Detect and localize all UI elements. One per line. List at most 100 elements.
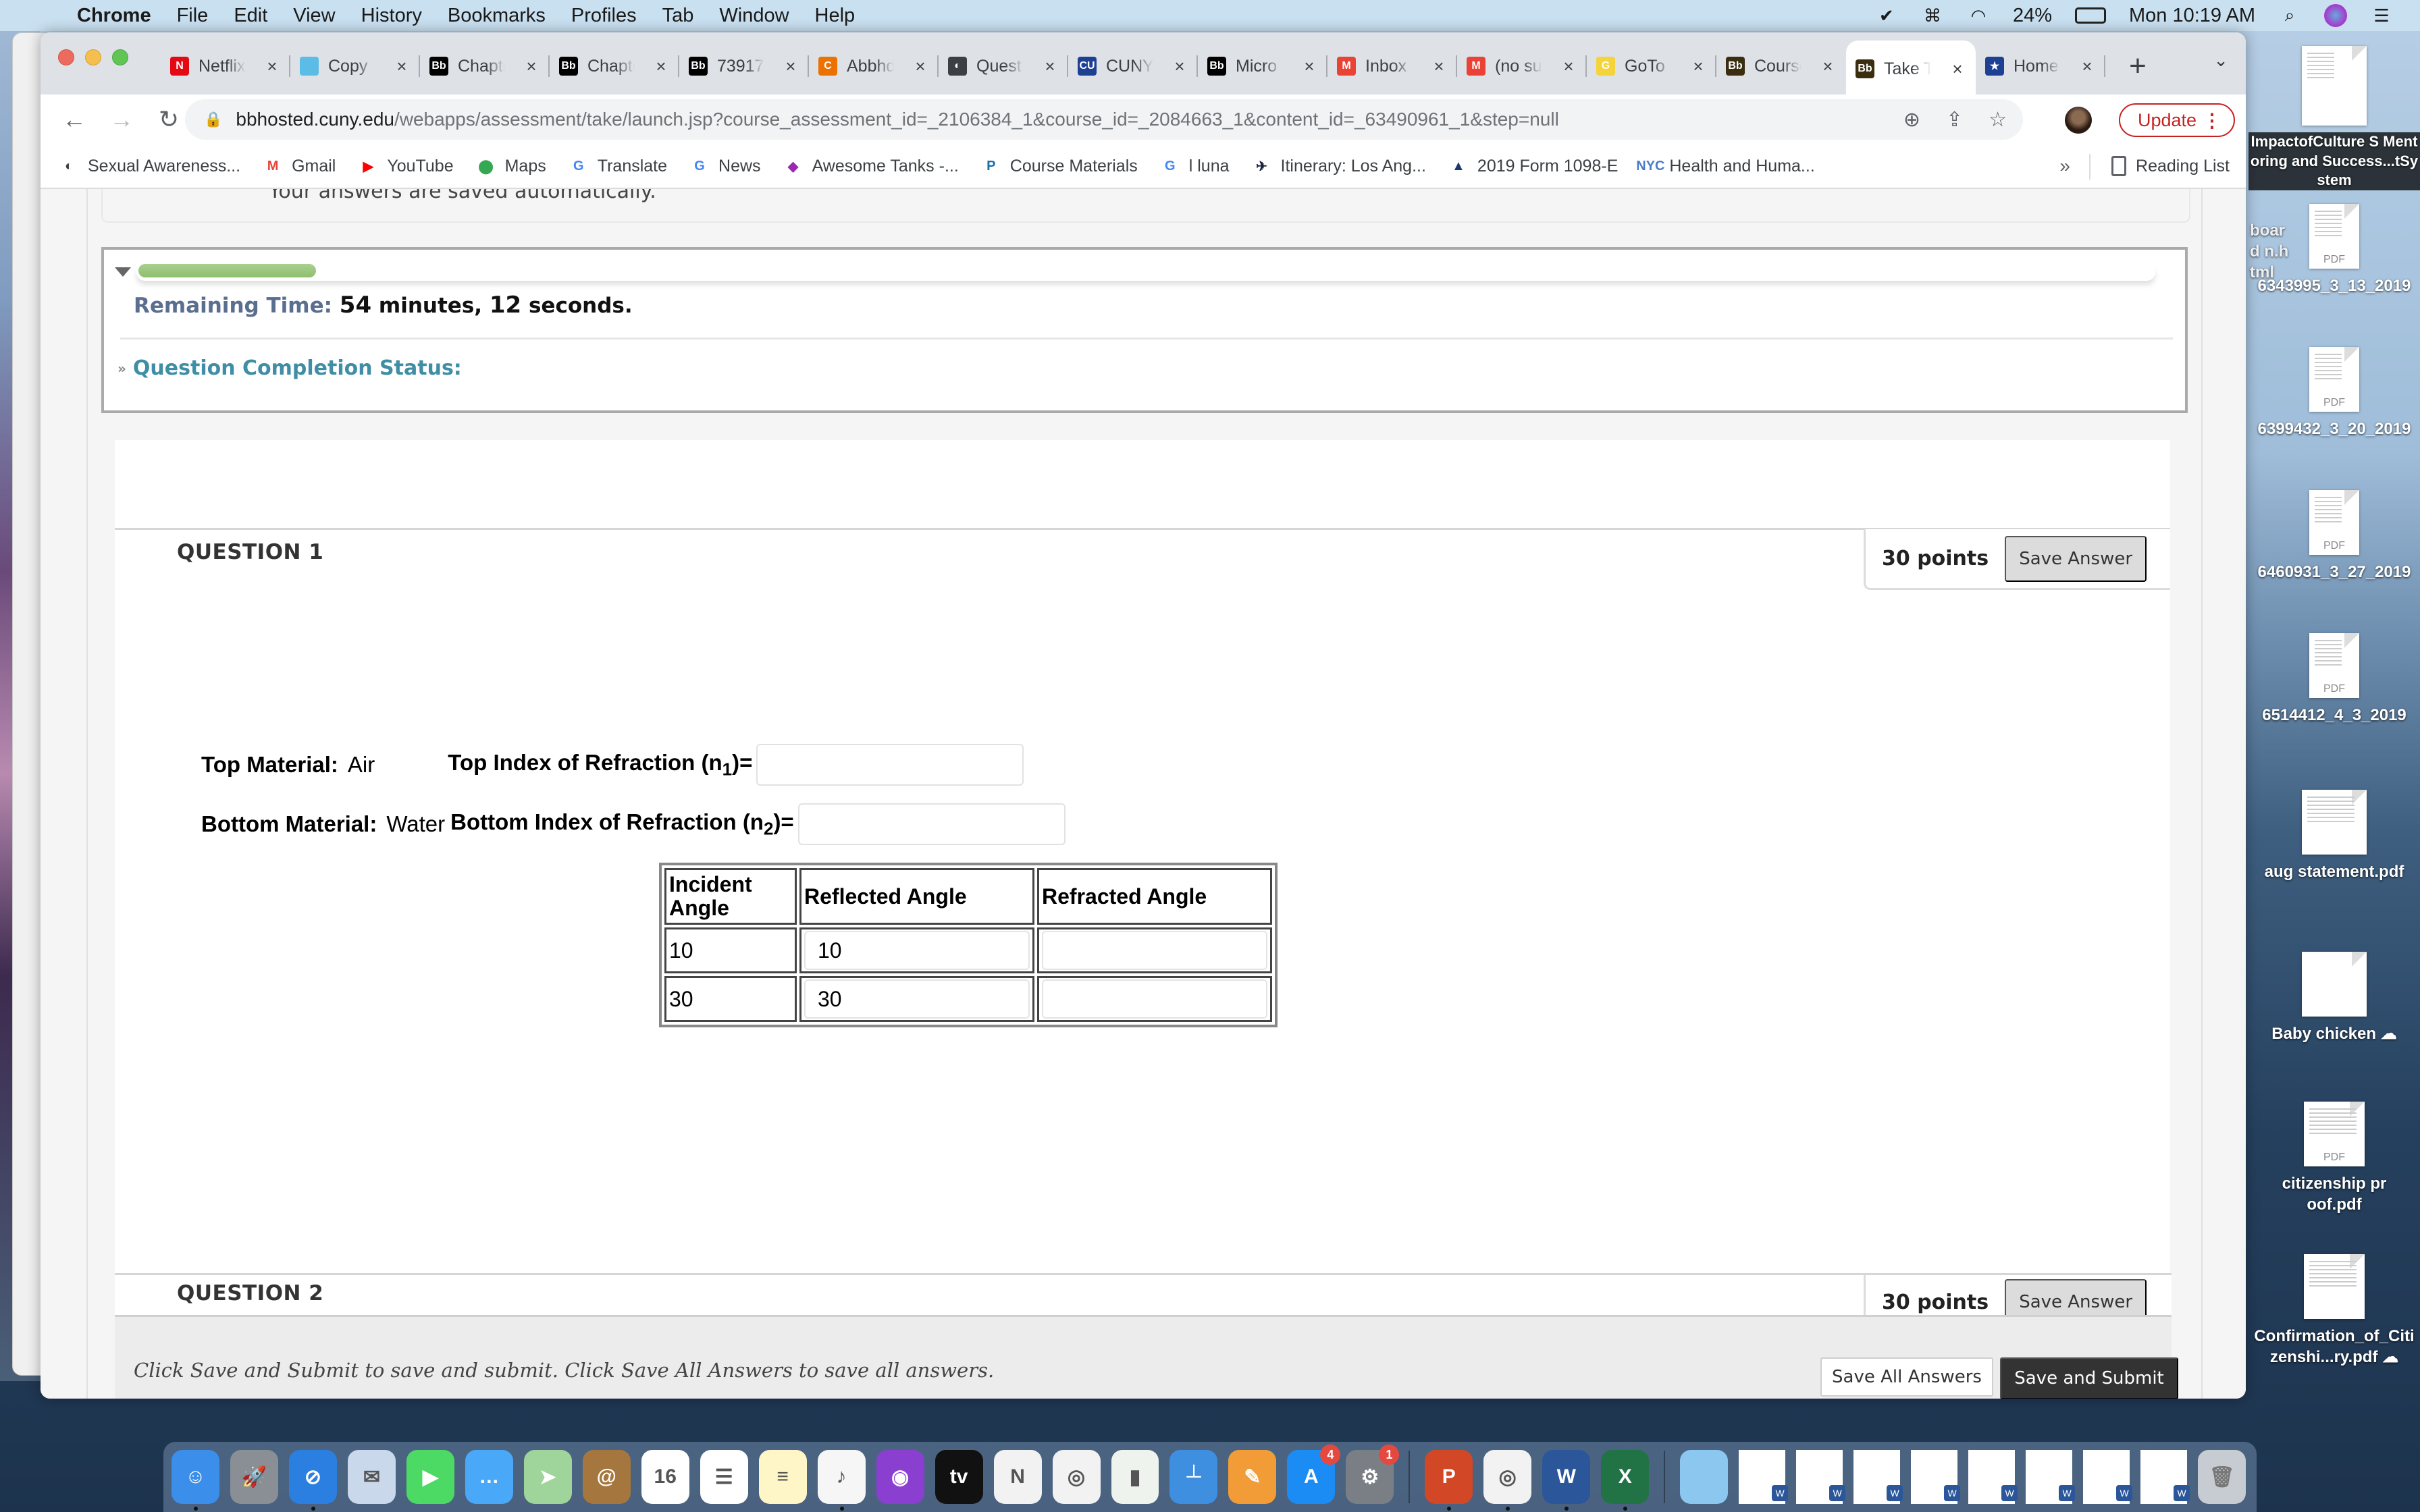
close-tab-icon[interactable]: × bbox=[2078, 56, 2096, 77]
zoom-icon[interactable]: ⊕ bbox=[1903, 108, 1920, 132]
tab-search-chevron-icon[interactable]: ⌄ bbox=[2213, 50, 2228, 71]
messages-icon[interactable]: … bbox=[465, 1450, 513, 1504]
recent-document-icon[interactable]: W bbox=[2083, 1450, 2133, 1504]
notes-icon[interactable]: ≡ bbox=[758, 1450, 807, 1504]
zoom-window-button[interactable] bbox=[112, 49, 128, 65]
tab-goto[interactable]: G GoTo × bbox=[1587, 40, 1716, 92]
reflected-angle-input[interactable]: 10 bbox=[804, 931, 1030, 970]
menu-profiles[interactable]: Profiles bbox=[571, 5, 637, 27]
chrome-icon[interactable]: ◎ bbox=[1483, 1450, 1532, 1511]
safari-icon[interactable]: ⊘ bbox=[288, 1450, 337, 1511]
menu-chrome[interactable]: Chrome bbox=[77, 5, 151, 27]
excel-icon[interactable]: X bbox=[1601, 1450, 1650, 1511]
minimize-window-button[interactable] bbox=[85, 49, 101, 65]
collapse-triangle-icon[interactable] bbox=[115, 267, 131, 277]
bookmark-itinerary-los-ang[interactable]: ✈ Itinerary: Los Ang... bbox=[1253, 157, 1426, 176]
downloads-folder-icon[interactable] bbox=[1680, 1450, 1729, 1504]
reflected-angle-input[interactable]: 30 bbox=[804, 979, 1030, 1019]
menu-edit[interactable]: Edit bbox=[234, 5, 267, 27]
lock-icon[interactable]: 🔒 bbox=[204, 111, 222, 128]
bookmark-star-icon[interactable]: ☆ bbox=[1989, 108, 2007, 132]
desktop-icon-6343995[interactable]: PDF 6343995_3_13_2019 bbox=[2248, 204, 2420, 296]
menu-bookmarks[interactable]: Bookmarks bbox=[448, 5, 546, 27]
siri-icon[interactable] bbox=[2324, 4, 2347, 27]
pages-icon[interactable]: ✎ bbox=[1228, 1450, 1277, 1504]
tab-73917[interactable]: Bb 73917 × bbox=[679, 40, 809, 92]
bookmark-course-materials[interactable]: P Course Materials bbox=[982, 157, 1138, 176]
icloud-download-icon[interactable]: ☁ bbox=[2381, 1025, 2397, 1043]
close-tab-icon[interactable]: × bbox=[1041, 56, 1059, 77]
tab-chapter[interactable]: Bb Chapter × bbox=[550, 40, 679, 92]
desktop-icon-aug-statement[interactable]: aug statement.pdf bbox=[2248, 790, 2420, 882]
reload-button[interactable]: ↻ bbox=[155, 105, 182, 133]
chrome-icon[interactable]: ◎ bbox=[1052, 1450, 1101, 1504]
tv-icon[interactable]: tv bbox=[935, 1450, 983, 1504]
mail-icon[interactable]: ✉ bbox=[347, 1450, 396, 1504]
close-tab-icon[interactable]: × bbox=[263, 56, 281, 77]
tab-home[interactable]: ★ Home × bbox=[1976, 40, 2105, 92]
tab-abbhd[interactable]: C Abbhd × bbox=[809, 40, 939, 92]
tab-cuny[interactable]: CU CUNY × bbox=[1068, 40, 1198, 92]
tab-course[interactable]: Bb Course × bbox=[1716, 40, 1846, 92]
profile-avatar[interactable] bbox=[2065, 107, 2092, 134]
question-1-save-answer-button[interactable]: Save Answer bbox=[2005, 535, 2147, 582]
desktop-icon-6460931[interactable]: PDF 6460931_3_27_2019 bbox=[2248, 490, 2420, 583]
numbers-icon[interactable]: ▮ bbox=[1111, 1450, 1159, 1504]
recent-document-icon[interactable]: W bbox=[2026, 1450, 2076, 1504]
tab-inbox[interactable]: M Inbox × bbox=[1327, 40, 1457, 92]
top-index-input[interactable] bbox=[756, 744, 1024, 786]
close-window-button[interactable] bbox=[58, 49, 74, 65]
news-icon[interactable]: N bbox=[993, 1450, 1042, 1504]
bookmark-youtube[interactable]: ▶ YouTube bbox=[359, 157, 454, 176]
menu-window[interactable]: Window bbox=[719, 5, 789, 27]
recent-document-icon[interactable]: W bbox=[2140, 1450, 2190, 1504]
close-tab-icon[interactable]: × bbox=[782, 56, 799, 77]
control-center-icon[interactable]: ☰ bbox=[2370, 4, 2393, 27]
tab-take-test[interactable]: Bb Take Test × bbox=[1846, 40, 1976, 97]
icloud-download-icon[interactable]: ☁ bbox=[2382, 1348, 2398, 1366]
app-store-icon[interactable]: A4 bbox=[1287, 1444, 1341, 1504]
back-button[interactable]: ← bbox=[61, 105, 88, 133]
tab-micro[interactable]: Bb Micro × bbox=[1198, 40, 1327, 92]
maps-icon[interactable]: ➤ bbox=[523, 1450, 572, 1504]
menu-history[interactable]: History bbox=[361, 5, 422, 27]
tab-netflix[interactable]: N Netflix × bbox=[161, 40, 290, 92]
recent-document-icon[interactable]: W bbox=[1911, 1450, 1961, 1504]
contacts-icon[interactable]: @ bbox=[582, 1450, 631, 1504]
tab-copy[interactable]: Copy × bbox=[290, 40, 420, 92]
launchpad-icon[interactable]: 🚀 bbox=[230, 1450, 278, 1504]
bookmark-gmail[interactable]: M Gmail bbox=[263, 157, 336, 176]
recent-document-icon[interactable]: W bbox=[1739, 1450, 1789, 1504]
word-icon[interactable]: W bbox=[1542, 1450, 1591, 1511]
save-all-answers-button[interactable]: Save All Answers bbox=[1820, 1357, 1993, 1397]
menu-help[interactable]: Help bbox=[815, 5, 856, 27]
bookmarks-overflow-icon[interactable]: » bbox=[2059, 155, 2070, 177]
spotlight-search-icon[interactable]: ⌕ bbox=[2278, 4, 2301, 27]
bottom-index-input[interactable] bbox=[797, 803, 1066, 845]
trash-icon[interactable]: 🗑 bbox=[2198, 1450, 2246, 1504]
calendar-icon[interactable]: 16 bbox=[641, 1450, 689, 1504]
bookmark-health-and-huma[interactable]: NYC Health and Huma... bbox=[1636, 157, 1815, 176]
refracted-angle-input[interactable] bbox=[1042, 931, 1267, 970]
reading-list-button[interactable]: Reading List bbox=[2111, 156, 2230, 176]
bookmark-l-luna[interactable]: Gl luna bbox=[1161, 157, 1230, 176]
forward-button[interactable]: → bbox=[108, 105, 135, 133]
close-tab-icon[interactable]: × bbox=[1171, 56, 1188, 77]
desktop-icon-confirmation-citizenship[interactable]: Confirmation_of_Citizenshi...ry.pdf ☁ bbox=[2248, 1254, 2420, 1368]
keynote-icon[interactable]: ┴ bbox=[1169, 1450, 1218, 1504]
close-tab-icon[interactable]: × bbox=[1689, 56, 1707, 77]
bookmark-awesome-tanks[interactable]: ◆ Awesome Tanks -... bbox=[784, 157, 959, 176]
close-tab-icon[interactable]: × bbox=[1949, 59, 1966, 80]
refracted-angle-input[interactable] bbox=[1042, 979, 1267, 1019]
desktop-icon-baby-chicken[interactable]: Baby chicken ☁ bbox=[2248, 952, 2420, 1044]
new-tab-button[interactable]: + bbox=[2124, 49, 2151, 83]
powerpoint-icon[interactable]: P bbox=[1425, 1450, 1473, 1511]
close-tab-icon[interactable]: × bbox=[523, 56, 540, 77]
menu-file[interactable]: File bbox=[177, 5, 209, 27]
podcasts-icon[interactable]: ◉ bbox=[876, 1450, 924, 1504]
desktop-icon-6514412[interactable]: PDF 6514412_4_3_2019 bbox=[2248, 633, 2420, 726]
wifi-icon[interactable]: ◠ bbox=[1967, 4, 1990, 27]
facetime-icon[interactable]: ▶ bbox=[406, 1450, 454, 1504]
bookmark-2019-form-1098-e[interactable]: ▲ 2019 Form 1098-E bbox=[1449, 157, 1618, 176]
menu-tab[interactable]: Tab bbox=[662, 5, 694, 27]
